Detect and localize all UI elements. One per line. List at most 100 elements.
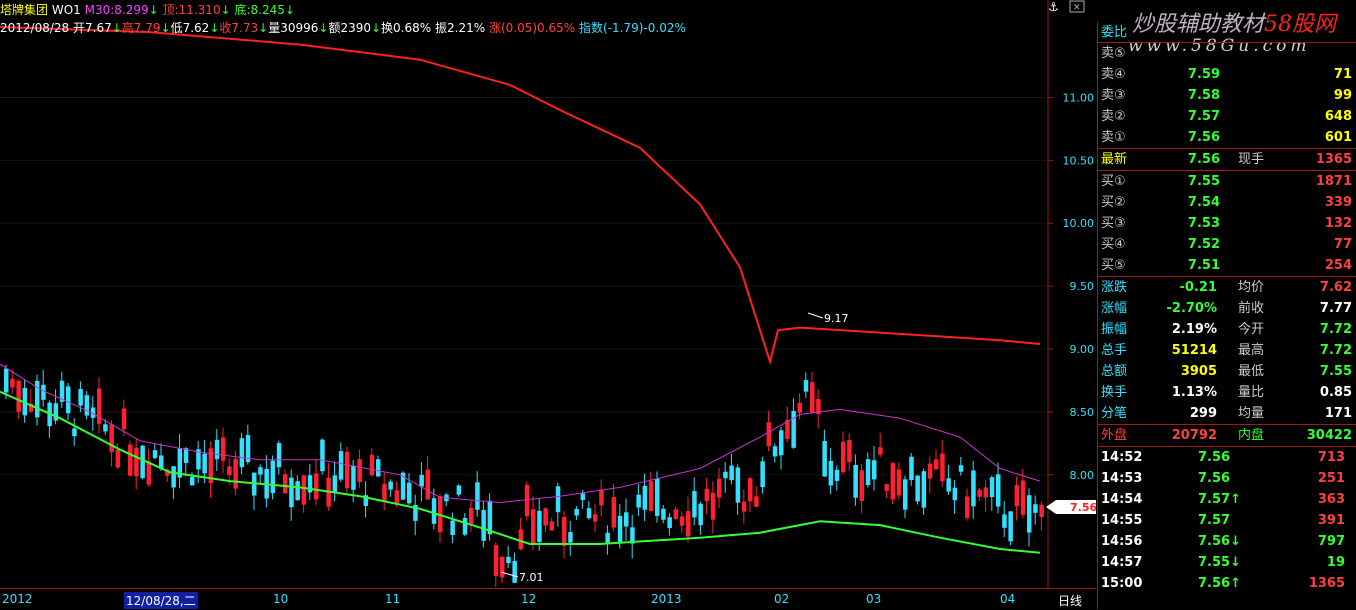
candle-body	[927, 463, 933, 479]
buy-label: 买④	[1101, 237, 1126, 252]
x-label-04: 04	[1000, 592, 1016, 606]
stat-label: 总额	[1101, 364, 1128, 379]
sell-price: 7.58	[1187, 88, 1220, 103]
candle-body	[258, 467, 263, 475]
stat-label: 振幅	[1101, 322, 1128, 337]
stat-value-2: 0.85	[1319, 385, 1352, 400]
candle-body	[834, 469, 840, 481]
candle-body	[190, 476, 195, 486]
buy-row[interactable]: 买② 7.54 339	[1098, 192, 1356, 213]
y-tick-label: 9.50	[1070, 280, 1095, 293]
tick-row[interactable]: 15:00 7.56↑ 1365	[1098, 573, 1356, 594]
tick-row[interactable]: 14:57 7.55↓ 19	[1098, 552, 1356, 573]
candle-body	[872, 460, 877, 480]
sell-row[interactable]: 卖④ 7.59 71	[1098, 64, 1356, 85]
x-label-10: 10	[273, 592, 289, 606]
y-axis-ticks: 11.00 10.50 10.00 9.50 9.00 8.50 8.00	[1048, 91, 1095, 482]
stat-label: 总手	[1101, 343, 1128, 358]
stat-label: 分笔	[1101, 406, 1128, 421]
candle-body	[791, 410, 796, 448]
sell-volume: 648	[1324, 109, 1352, 124]
index-value: 指数(-1.79)-0.02%	[579, 21, 686, 35]
buy-volume: 339	[1324, 195, 1352, 210]
candle-body	[729, 465, 734, 481]
candle-body	[841, 441, 846, 473]
tick-price: 7.56↑	[1198, 576, 1241, 591]
sell-row[interactable]: 卖① 7.56 601	[1098, 127, 1356, 148]
sell-label: 卖④	[1101, 67, 1126, 82]
candlestick-chart[interactable]: 11.00 10.50 10.00 9.50 9.00 8.50 8.00 9.17 7.0…	[0, 0, 1096, 588]
candle-body	[766, 422, 772, 446]
tick-price: 7.56↓	[1198, 534, 1241, 549]
candle-body	[1008, 511, 1013, 542]
candle-body	[369, 454, 375, 476]
candle-body	[1039, 504, 1044, 517]
sell-row[interactable]: 卖③ 7.58 99	[1098, 85, 1356, 106]
candle-body	[958, 465, 964, 472]
candle-body	[772, 446, 778, 457]
candle-body	[1014, 485, 1020, 507]
tick-row[interactable]: 14:53 7.56 251	[1098, 468, 1356, 489]
buy-row[interactable]: 买④ 7.52 77	[1098, 234, 1356, 255]
candle-body	[134, 447, 139, 477]
stat-row: 换手 1.13% 量比 0.85	[1098, 382, 1356, 403]
sell-row[interactable]: 卖② 7.57 648	[1098, 106, 1356, 127]
y-tick-label: 9.00	[1070, 343, 1095, 356]
buy-row[interactable]: 买⑤ 7.51 254	[1098, 255, 1356, 276]
candle-body	[481, 510, 486, 541]
candle-body	[878, 447, 883, 455]
candle-body	[66, 386, 71, 414]
candle-body	[140, 445, 145, 478]
candle-body	[202, 453, 207, 474]
candle-body	[388, 481, 393, 490]
candle-body	[896, 469, 902, 496]
period-daily-button[interactable]: 日线	[1058, 592, 1082, 609]
candle-body	[469, 507, 474, 524]
candle-body	[865, 459, 871, 486]
close-icon[interactable]: ✕	[1069, 0, 1085, 13]
indicator-lines	[0, 26, 1041, 554]
candle-body	[270, 460, 276, 494]
stat-row: 总手 51214 最高 7.72	[1098, 340, 1356, 361]
svg-text:✕: ✕	[1073, 3, 1081, 13]
stat-row: 涨跌 -0.21 均价 7.62	[1098, 277, 1356, 298]
x-axis: 2012 12/08/28,二 10 11 12 2013 02 03 04 日…	[0, 588, 1096, 610]
sell-price: 7.57	[1187, 109, 1220, 124]
indicator-name[interactable]: WO1	[52, 3, 81, 17]
tick-row[interactable]: 14:52 7.56 713	[1098, 447, 1356, 468]
tick-volume: 391	[1317, 513, 1345, 528]
candle-body	[152, 450, 158, 459]
candle-body	[735, 467, 741, 503]
tick-row[interactable]: 14:56 7.56↓ 797	[1098, 531, 1356, 552]
candle-body	[41, 384, 46, 400]
candle-body	[128, 444, 133, 476]
candle-body	[549, 521, 555, 531]
x-label-11: 11	[385, 592, 401, 606]
down-arrow-icon: ↓	[111, 21, 122, 35]
x-label-03: 03	[866, 592, 882, 606]
candle-body	[952, 487, 958, 501]
low-annotation: 7.01	[500, 571, 544, 584]
candle-body	[748, 478, 753, 502]
buy-row[interactable]: 买③ 7.53 132	[1098, 213, 1356, 234]
y-tick-label: 8.00	[1070, 469, 1095, 482]
panel-title[interactable]: 委比	[1101, 22, 1127, 43]
tick-row[interactable]: 14:54 7.57↑ 363	[1098, 489, 1356, 510]
buy-row[interactable]: 买① 7.55 1871	[1098, 171, 1356, 192]
sell-row[interactable]: 卖⑤	[1098, 43, 1356, 64]
candle-body	[103, 424, 108, 432]
down-arrow-icon: ↓	[284, 3, 295, 17]
candle-body	[16, 380, 21, 412]
top-line-line	[0, 26, 1041, 366]
stock-name[interactable]: 塔牌集团	[0, 3, 48, 17]
candle-body	[605, 532, 610, 544]
stat-value: -0.21	[1179, 280, 1217, 295]
chart-gridlines	[0, 96, 1048, 476]
candle-body	[475, 482, 480, 510]
candle-body	[704, 488, 710, 502]
stat-value-2: 7.62	[1319, 280, 1352, 295]
tick-volume: 713	[1317, 450, 1345, 465]
stat-row: 振幅 2.19% 今开 7.72	[1098, 319, 1356, 340]
tick-volume: 251	[1317, 471, 1345, 486]
tick-row[interactable]: 14:55 7.57 391	[1098, 510, 1356, 531]
